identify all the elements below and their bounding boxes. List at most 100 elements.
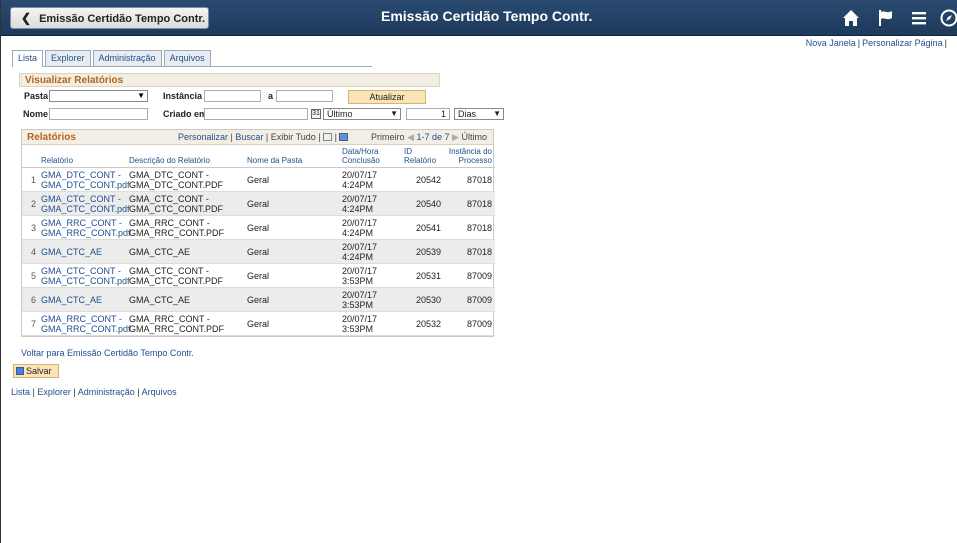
back-button[interactable]: ❮ Emissão Certidão Tempo Contr.	[10, 7, 209, 29]
col-instance[interactable]: Instância do Processo	[444, 145, 495, 168]
folder-name: Geral	[244, 215, 339, 240]
grid-header: Relatórios Personalizar | Buscar | Exibi…	[22, 130, 493, 145]
bottom-link-administracao[interactable]: Administração	[78, 387, 135, 397]
report-link[interactable]: GMA_RRC_CONT - GMA_RRC_CONT.pdf	[38, 215, 131, 240]
compass-icon[interactable]	[939, 8, 957, 28]
view-all-link[interactable]: Exibir Tudo	[271, 132, 316, 142]
table-row: 2 GMA_CTC_CONT - GMA_CTC_CONT.pdf GMA_CT…	[22, 191, 495, 216]
folder-name: Geral	[244, 311, 339, 336]
report-link[interactable]: GMA_CTC_AE	[38, 239, 126, 264]
first-label[interactable]: Primeiro	[371, 132, 405, 142]
range-label: 1-7 de 7	[416, 132, 450, 142]
col-report[interactable]: Relatório	[38, 145, 126, 168]
completion-date: 20/07/17 4:24PM	[339, 239, 401, 264]
process-instance: 87018	[444, 215, 495, 240]
folder-select[interactable]: ▼	[49, 90, 148, 102]
name-input[interactable]	[49, 108, 148, 120]
page-title: Emissão Certidão Tempo Contr.	[381, 8, 593, 24]
count-input[interactable]: 1	[406, 108, 450, 120]
col-description[interactable]: Descrição do Relatório	[126, 145, 244, 168]
home-icon[interactable]	[841, 8, 861, 28]
instance-to-input[interactable]	[276, 90, 333, 102]
report-description: GMA_RRC_CONT - GMA_RRC_CONT.PDF	[126, 215, 244, 240]
chevron-down-icon: ▼	[493, 109, 501, 118]
report-id: 20530	[401, 287, 444, 312]
folder-name: Geral	[244, 191, 339, 216]
table-row: 4 GMA_CTC_AE GMA_CTC_AE Geral 20/07/17 4…	[22, 239, 495, 264]
report-link[interactable]: GMA_CTC_CONT - GMA_CTC_CONT.pdf	[38, 263, 130, 288]
col-folder[interactable]: Nome da Pasta	[244, 145, 339, 168]
col-id[interactable]: ID Relatório	[401, 145, 444, 168]
report-id: 20542	[401, 167, 444, 192]
report-description: GMA_CTC_AE	[126, 287, 244, 312]
personalize-link[interactable]: Personalizar	[178, 132, 228, 142]
report-description: GMA_CTC_CONT - GMA_CTC_CONT.PDF	[126, 263, 244, 288]
col-date[interactable]: Data/Hora Conclusão	[339, 145, 401, 168]
name-label: Nome	[23, 109, 49, 119]
completion-date: 20/07/17 4:24PM	[339, 191, 401, 216]
report-link[interactable]: GMA_CTC_CONT - GMA_CTC_CONT.pdf	[38, 191, 130, 216]
folder-name: Geral	[244, 239, 339, 264]
search-link[interactable]: Buscar	[235, 132, 263, 142]
created-date-input[interactable]	[204, 108, 308, 120]
top-banner: ❮ Emissão Certidão Tempo Contr. Emissão C…	[1, 0, 957, 36]
back-to-page-link[interactable]: Voltar para Emissão Certidão Tempo Contr…	[21, 348, 194, 358]
save-button[interactable]: Salvar	[13, 364, 59, 378]
calendar-icon[interactable]: 31	[311, 109, 321, 119]
flag-icon[interactable]	[876, 8, 896, 28]
new-window-link[interactable]: Nova Janela	[806, 38, 856, 48]
chevron-down-icon: ▼	[390, 109, 398, 118]
unit-select-value: Dias	[458, 109, 477, 119]
process-instance: 87018	[444, 191, 495, 216]
report-description: GMA_CTC_AE	[126, 239, 244, 264]
tab-explorer[interactable]: Explorer	[45, 50, 91, 66]
completion-date: 20/07/17 4:24PM	[339, 215, 401, 240]
table-row: 5 GMA_CTC_CONT - GMA_CTC_CONT.pdf GMA_CT…	[22, 263, 495, 288]
report-link[interactable]: GMA_RRC_CONT - GMA_RRC_CONT.pdf	[38, 311, 131, 336]
separator: |	[944, 38, 947, 48]
zoom-icon[interactable]	[323, 133, 333, 141]
report-id: 20539	[401, 239, 444, 264]
tab-arquivos[interactable]: Arquivos	[163, 50, 211, 66]
report-id: 20540	[401, 191, 444, 216]
menu-icon[interactable]	[909, 8, 929, 28]
unit-select[interactable]: Dias ▼	[454, 108, 504, 120]
process-instance: 87009	[444, 311, 495, 336]
last-label[interactable]: Último	[461, 132, 487, 142]
next-icon[interactable]: ▶	[452, 132, 459, 142]
grid-title: Relatórios	[27, 132, 76, 143]
update-button[interactable]: Atualizar	[348, 90, 426, 104]
report-id: 20532	[401, 311, 444, 336]
tab-bar: Lista Explorer Administração Arquivos	[12, 50, 372, 67]
report-link[interactable]: GMA_CTC_AE	[38, 287, 126, 312]
chevron-down-icon: ▼	[135, 91, 147, 101]
bottom-link-arquivos[interactable]: Arquivos	[142, 387, 177, 397]
search-panel-title: Visualizar Relatórios	[19, 73, 440, 87]
row-index: 6	[22, 287, 38, 312]
instance-to-label: a	[268, 91, 274, 101]
row-index: 4	[22, 239, 38, 264]
reports-table: Relatório Descrição do Relatório Nome da…	[22, 145, 495, 336]
grid-pagination: Primeiro ◀ 1-7 de 7 ▶ Último	[371, 132, 487, 143]
table-body: 1 GMA_DTC_CONT - GMA_DTC_CONT.pdf GMA_DT…	[22, 167, 495, 336]
report-link[interactable]: GMA_DTC_CONT - GMA_DTC_CONT.pdf	[38, 167, 130, 192]
download-grid-icon[interactable]	[339, 133, 349, 141]
table-row: 6 GMA_CTC_AE GMA_CTC_AE Geral 20/07/17 3…	[22, 287, 495, 312]
prev-icon[interactable]: ◀	[407, 132, 414, 142]
folder-label: Pasta	[24, 91, 49, 101]
table-row: 7 GMA_RRC_CONT - GMA_RRC_CONT.pdf GMA_RR…	[22, 311, 495, 336]
chevron-left-icon: ❮	[21, 11, 32, 25]
process-instance: 87018	[444, 167, 495, 192]
tab-administracao[interactable]: Administração	[92, 50, 162, 66]
report-id: 20541	[401, 215, 444, 240]
last-select[interactable]: Último ▼	[323, 108, 401, 120]
row-index: 2	[22, 191, 38, 216]
row-index: 5	[22, 263, 38, 288]
back-button-label: Emissão Certidão Tempo Contr.	[39, 13, 206, 25]
instance-from-input[interactable]	[204, 90, 261, 102]
reports-grid: Relatórios Personalizar | Buscar | Exibi…	[21, 129, 495, 337]
personalize-page-link[interactable]: Personalizar Página	[862, 38, 943, 48]
bottom-link-lista[interactable]: Lista	[11, 387, 30, 397]
tab-lista[interactable]: Lista	[12, 50, 44, 67]
bottom-link-explorer[interactable]: Explorer	[37, 387, 71, 397]
